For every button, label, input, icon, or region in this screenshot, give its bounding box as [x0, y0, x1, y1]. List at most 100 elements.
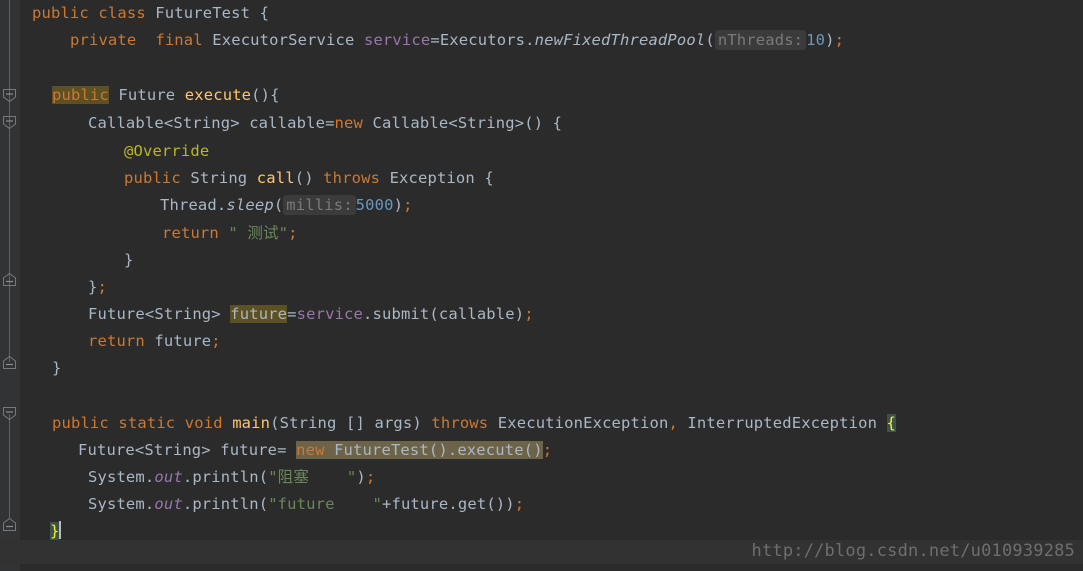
selection-expression[interactable]: new FutureTest().execute() [296, 441, 543, 459]
token-dot: . [144, 495, 155, 513]
token-lparen: ( [524, 114, 534, 132]
code-line-2[interactable]: private final ExecutorService service=Ex… [70, 27, 844, 55]
token-string-zuse: "阻塞 " [268, 468, 357, 486]
token-var-future: future [220, 441, 278, 459]
token-var-future: future [391, 495, 449, 513]
token-lparen: ( [258, 468, 269, 486]
token-dot: . [448, 495, 458, 513]
code-line-14[interactable]: } [52, 355, 61, 383]
token-method-main: main [232, 414, 271, 432]
code-line-4[interactable]: public Future execute(){ [52, 82, 280, 110]
token-type-executors: Executors [439, 31, 526, 49]
token-rparen: ) [412, 414, 422, 432]
token-assign: = [287, 305, 297, 323]
token-keyword-public-highlighted: public [52, 86, 109, 104]
token-rparen: ) [514, 305, 525, 323]
code-text-area[interactable]: public class FutureTest { private final … [14, 0, 1083, 571]
token-method-submit: submit [372, 305, 430, 323]
token-semicolon: ; [288, 224, 298, 242]
token-rparen: ) [393, 196, 404, 214]
token-type-future: Future [88, 305, 145, 323]
code-line-9[interactable]: return " 测试"; [162, 220, 298, 248]
code-editor[interactable]: public class FutureTest { private final … [0, 0, 1083, 571]
fold-marker-main-start[interactable] [2, 406, 17, 421]
token-lparen: ( [523, 441, 534, 459]
token-string-ceshi: " 测试" [228, 224, 289, 242]
token-lparen: ( [273, 196, 284, 214]
token-var-callable: callable [438, 305, 515, 323]
token-keyword-return: return [88, 332, 145, 350]
token-method-newfixedthreadpool: newFixedThreadPool [534, 31, 706, 49]
token-keyword-new: new [334, 114, 363, 132]
fold-rail-top [9, 0, 10, 96]
code-line-12[interactable]: Future<String> future=service.submit(cal… [88, 301, 534, 329]
code-line-16[interactable]: public static void main(String [] args) … [52, 410, 897, 438]
code-line-18[interactable]: System.out.println("阻塞 "); [88, 464, 375, 492]
watermark-url: http://blog.csdn.net/u010939285 [751, 541, 1075, 561]
token-dot: . [182, 468, 193, 486]
token-keyword-static: static [118, 414, 176, 432]
token-generic-string: <String> [448, 114, 525, 132]
fold-rail-execute [9, 96, 10, 362]
token-generic-string: <String> [163, 114, 240, 132]
token-annotation-override: @Override [124, 142, 210, 160]
token-method-get: get [457, 495, 487, 513]
token-type-system: System [88, 468, 145, 486]
token-dot: . [525, 31, 535, 49]
token-type-futuretest: FutureTest [334, 441, 429, 459]
token-var-args: args [374, 414, 413, 432]
token-rparen: ) [356, 468, 366, 486]
token-type-callable: Callable [88, 114, 164, 132]
fold-marker-execute-end[interactable] [2, 355, 17, 370]
token-lbrace-matched: { [886, 414, 897, 432]
token-dot: . [447, 441, 458, 459]
code-line-19[interactable]: System.out.println("future "+future.get(… [88, 491, 524, 519]
token-lbrace: { [259, 4, 270, 22]
token-semicolon: ; [524, 305, 534, 323]
token-brackets: [] [346, 414, 365, 432]
token-assign: = [277, 441, 287, 459]
token-type-string: String [279, 414, 337, 432]
token-semicolon: ; [542, 441, 553, 459]
token-var-callable: callable [249, 114, 326, 132]
token-generic-string: <String> [144, 305, 221, 323]
code-line-5[interactable]: Callable<String> callable=new Callable<S… [88, 110, 562, 138]
code-line-1[interactable]: public class FutureTest { [32, 0, 269, 28]
fold-marker-execute-start[interactable] [2, 88, 17, 103]
code-line-13[interactable]: return future; [88, 328, 221, 356]
code-line-17[interactable]: Future<String> future= new FutureTest().… [78, 437, 552, 465]
editor-gutter[interactable] [0, 0, 21, 571]
param-hint-millis[interactable]: millis: [283, 195, 356, 215]
token-rparen: ) [304, 169, 314, 187]
token-lparen: ( [270, 414, 280, 432]
token-type-exception: Exception [389, 169, 475, 187]
code-line-7[interactable]: public String call() throws Exception { [124, 165, 494, 193]
token-keyword-void: void [184, 414, 223, 432]
token-type-futuretest: FutureTest [155, 4, 251, 22]
token-lparen: ( [294, 169, 305, 187]
token-type-thread: Thread [160, 196, 217, 214]
token-semicolon: ; [834, 31, 845, 49]
code-line-8[interactable]: Thread.sleep(millis: 5000); [160, 192, 413, 220]
param-hint-nthreads[interactable]: nThreads: [714, 30, 807, 50]
fold-marker-main-end[interactable] [2, 517, 17, 532]
fold-marker-callable-start[interactable] [2, 115, 17, 130]
token-keyword-public: public [32, 4, 89, 22]
code-line-10[interactable]: } [124, 247, 133, 275]
fold-marker-callable-end[interactable] [2, 272, 17, 287]
code-line-11[interactable]: }; [88, 274, 107, 302]
code-line-6[interactable]: @Override [124, 138, 209, 166]
